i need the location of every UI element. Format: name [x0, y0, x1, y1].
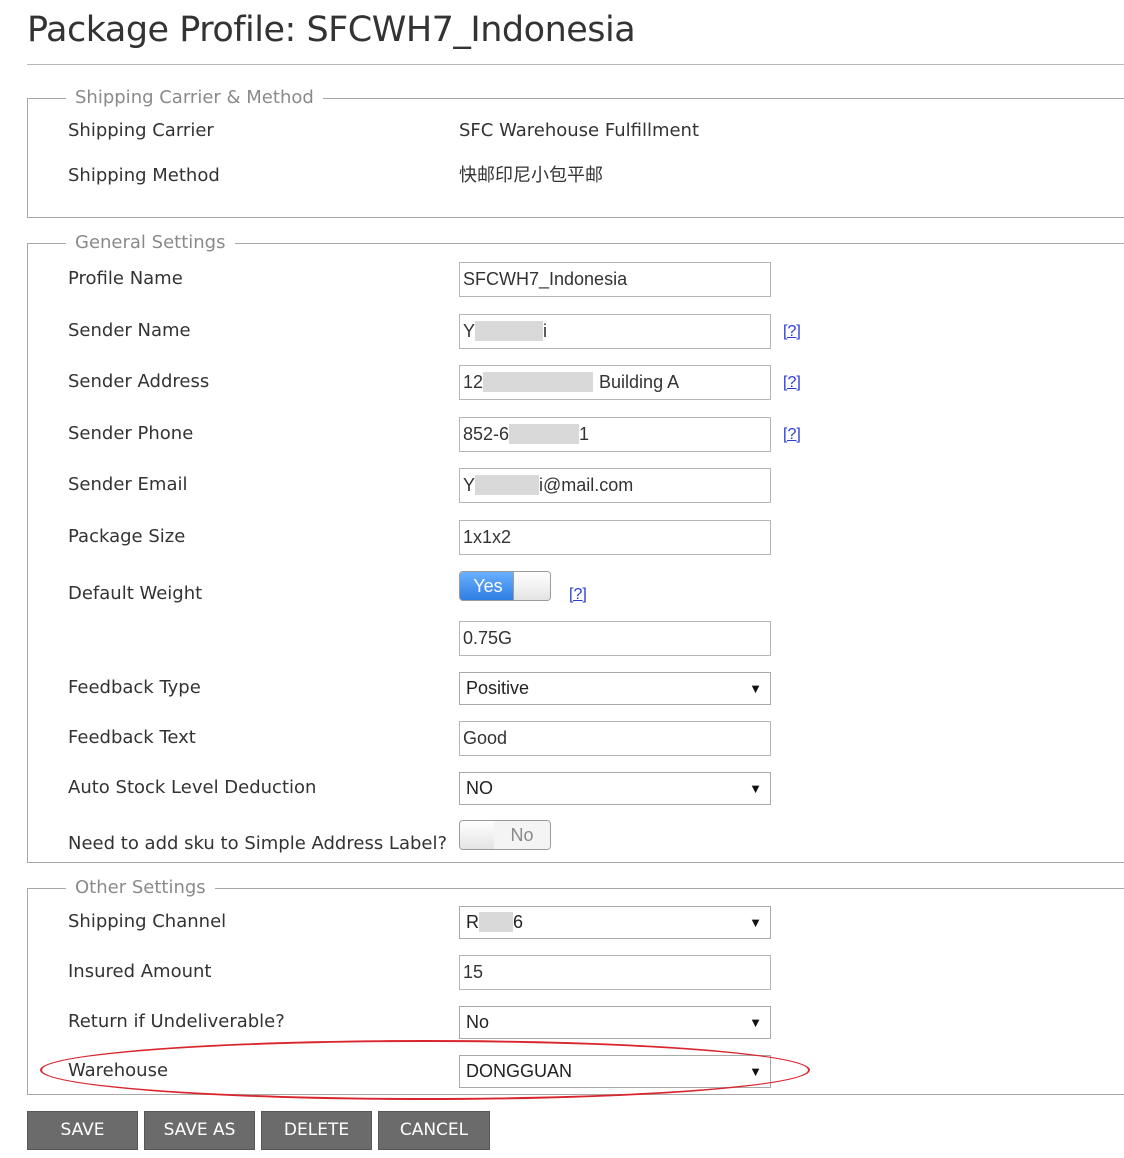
shipping-method-value: 快邮印尼小包平邮: [459, 165, 603, 186]
sku-label-question: Need to add sku to Simple Address Label?: [68, 833, 448, 854]
dropdown-arrow-icon: ▼: [749, 781, 762, 796]
redaction-blur: [475, 474, 540, 495]
redaction-blur: [475, 320, 544, 341]
auto-stock-label: Auto Stock Level Deduction: [68, 777, 317, 798]
sender-email-value-start: Y: [463, 475, 476, 495]
return-undeliverable-select[interactable]: No ▼: [459, 1006, 771, 1039]
sender-email-input[interactable]: Yi@mail.com: [459, 468, 771, 503]
sender-phone-input[interactable]: 852-6 1: [459, 417, 771, 452]
toggle-on-label: Yes: [460, 572, 516, 600]
sender-phone-help-link[interactable]: [?]: [783, 425, 801, 445]
sender-address-input[interactable]: 12 Building A: [459, 365, 771, 400]
sender-address-value-end: Building A: [599, 372, 680, 392]
auto-stock-selected: NO: [466, 778, 493, 798]
toggle-off-label: No: [494, 821, 550, 849]
dropdown-arrow-icon: ▼: [749, 915, 762, 930]
shipping-channel-select[interactable]: R 6 ▼: [459, 906, 771, 939]
sender-name-input[interactable]: Yi: [459, 314, 771, 349]
feedback-text-input[interactable]: Good: [459, 721, 771, 756]
profile-name-label: Profile Name: [68, 268, 183, 289]
sender-phone-value-end: 1: [579, 424, 590, 444]
redaction-blur: [483, 371, 594, 392]
sender-email-value-end: i@mail.com: [539, 475, 634, 495]
other-settings-section: Other Settings Shipping Channel R 6 ▼ Ins…: [27, 877, 1124, 1095]
package-size-input[interactable]: 1x1x2: [459, 520, 771, 555]
page-title: Package Profile: SFCWH7_Indonesia: [27, 10, 636, 50]
sender-address-help-link[interactable]: [?]: [783, 373, 801, 393]
return-undeliverable-selected: No: [466, 1012, 490, 1032]
shipping-carrier-label: Shipping Carrier: [68, 120, 214, 141]
profile-name-input[interactable]: SFCWH7_Indonesia: [459, 262, 771, 297]
section-legend-shipping: Shipping Carrier & Method: [66, 87, 323, 109]
section-legend-general: General Settings: [66, 232, 235, 254]
sender-name-help-link[interactable]: [?]: [783, 322, 801, 342]
sender-name-value-start: Y: [463, 321, 476, 341]
auto-stock-select[interactable]: NO ▼: [459, 772, 771, 805]
general-settings-section: General Settings Profile Name SFCWH7_Ind…: [27, 232, 1124, 863]
default-weight-toggle[interactable]: Yes: [459, 571, 551, 601]
feedback-text-label: Feedback Text: [68, 727, 196, 748]
shipping-channel-label: Shipping Channel: [68, 911, 227, 932]
shipping-carrier-section: Shipping Carrier & Method Shipping Carri…: [27, 87, 1124, 218]
save-button[interactable]: SAVE: [27, 1111, 138, 1150]
shipping-channel-value-end: 6: [513, 912, 524, 932]
delete-button[interactable]: DELETE: [261, 1111, 372, 1150]
dropdown-arrow-icon: ▼: [749, 1015, 762, 1030]
warehouse-label: Warehouse: [68, 1060, 169, 1081]
toggle-knob: [460, 821, 497, 849]
default-weight-input[interactable]: 0.75G: [459, 621, 771, 656]
return-undeliverable-label: Return if Undeliverable?: [68, 1011, 285, 1032]
sender-name-value-end: i: [543, 321, 548, 341]
redaction-blur: [509, 423, 580, 444]
section-legend-other: Other Settings: [66, 877, 215, 899]
sender-address-value-start: 12: [463, 372, 484, 392]
sku-label-toggle[interactable]: No: [459, 820, 551, 850]
shipping-channel-value-start: R: [466, 912, 479, 932]
insured-amount-label: Insured Amount: [68, 961, 212, 982]
feedback-type-label: Feedback Type: [68, 677, 201, 698]
dropdown-arrow-icon: ▼: [749, 1064, 762, 1079]
redaction-blur: [479, 911, 513, 932]
package-size-label: Package Size: [68, 526, 186, 547]
default-weight-help-link[interactable]: [?]: [569, 585, 587, 605]
dropdown-arrow-icon: ▼: [749, 681, 762, 696]
title-divider: [27, 64, 1124, 65]
save-as-button[interactable]: SAVE AS: [144, 1111, 255, 1150]
sender-name-label: Sender Name: [68, 320, 191, 341]
sender-address-label: Sender Address: [68, 371, 210, 392]
warehouse-selected: DONGGUAN: [466, 1061, 573, 1081]
sender-phone-label: Sender Phone: [68, 423, 194, 444]
warehouse-select[interactable]: DONGGUAN ▼: [459, 1055, 771, 1088]
insured-amount-input[interactable]: 15: [459, 955, 771, 990]
toggle-knob: [513, 572, 550, 600]
feedback-type-selected: Positive: [466, 678, 530, 698]
feedback-type-select[interactable]: Positive ▼: [459, 672, 771, 705]
shipping-carrier-value: SFC Warehouse Fulfillment: [459, 120, 700, 141]
sender-email-label: Sender Email: [68, 474, 188, 495]
default-weight-label: Default Weight: [68, 583, 203, 604]
sender-phone-value-start: 852-6: [463, 424, 510, 444]
cancel-button[interactable]: CANCEL: [378, 1111, 490, 1150]
shipping-method-label: Shipping Method: [68, 165, 220, 186]
